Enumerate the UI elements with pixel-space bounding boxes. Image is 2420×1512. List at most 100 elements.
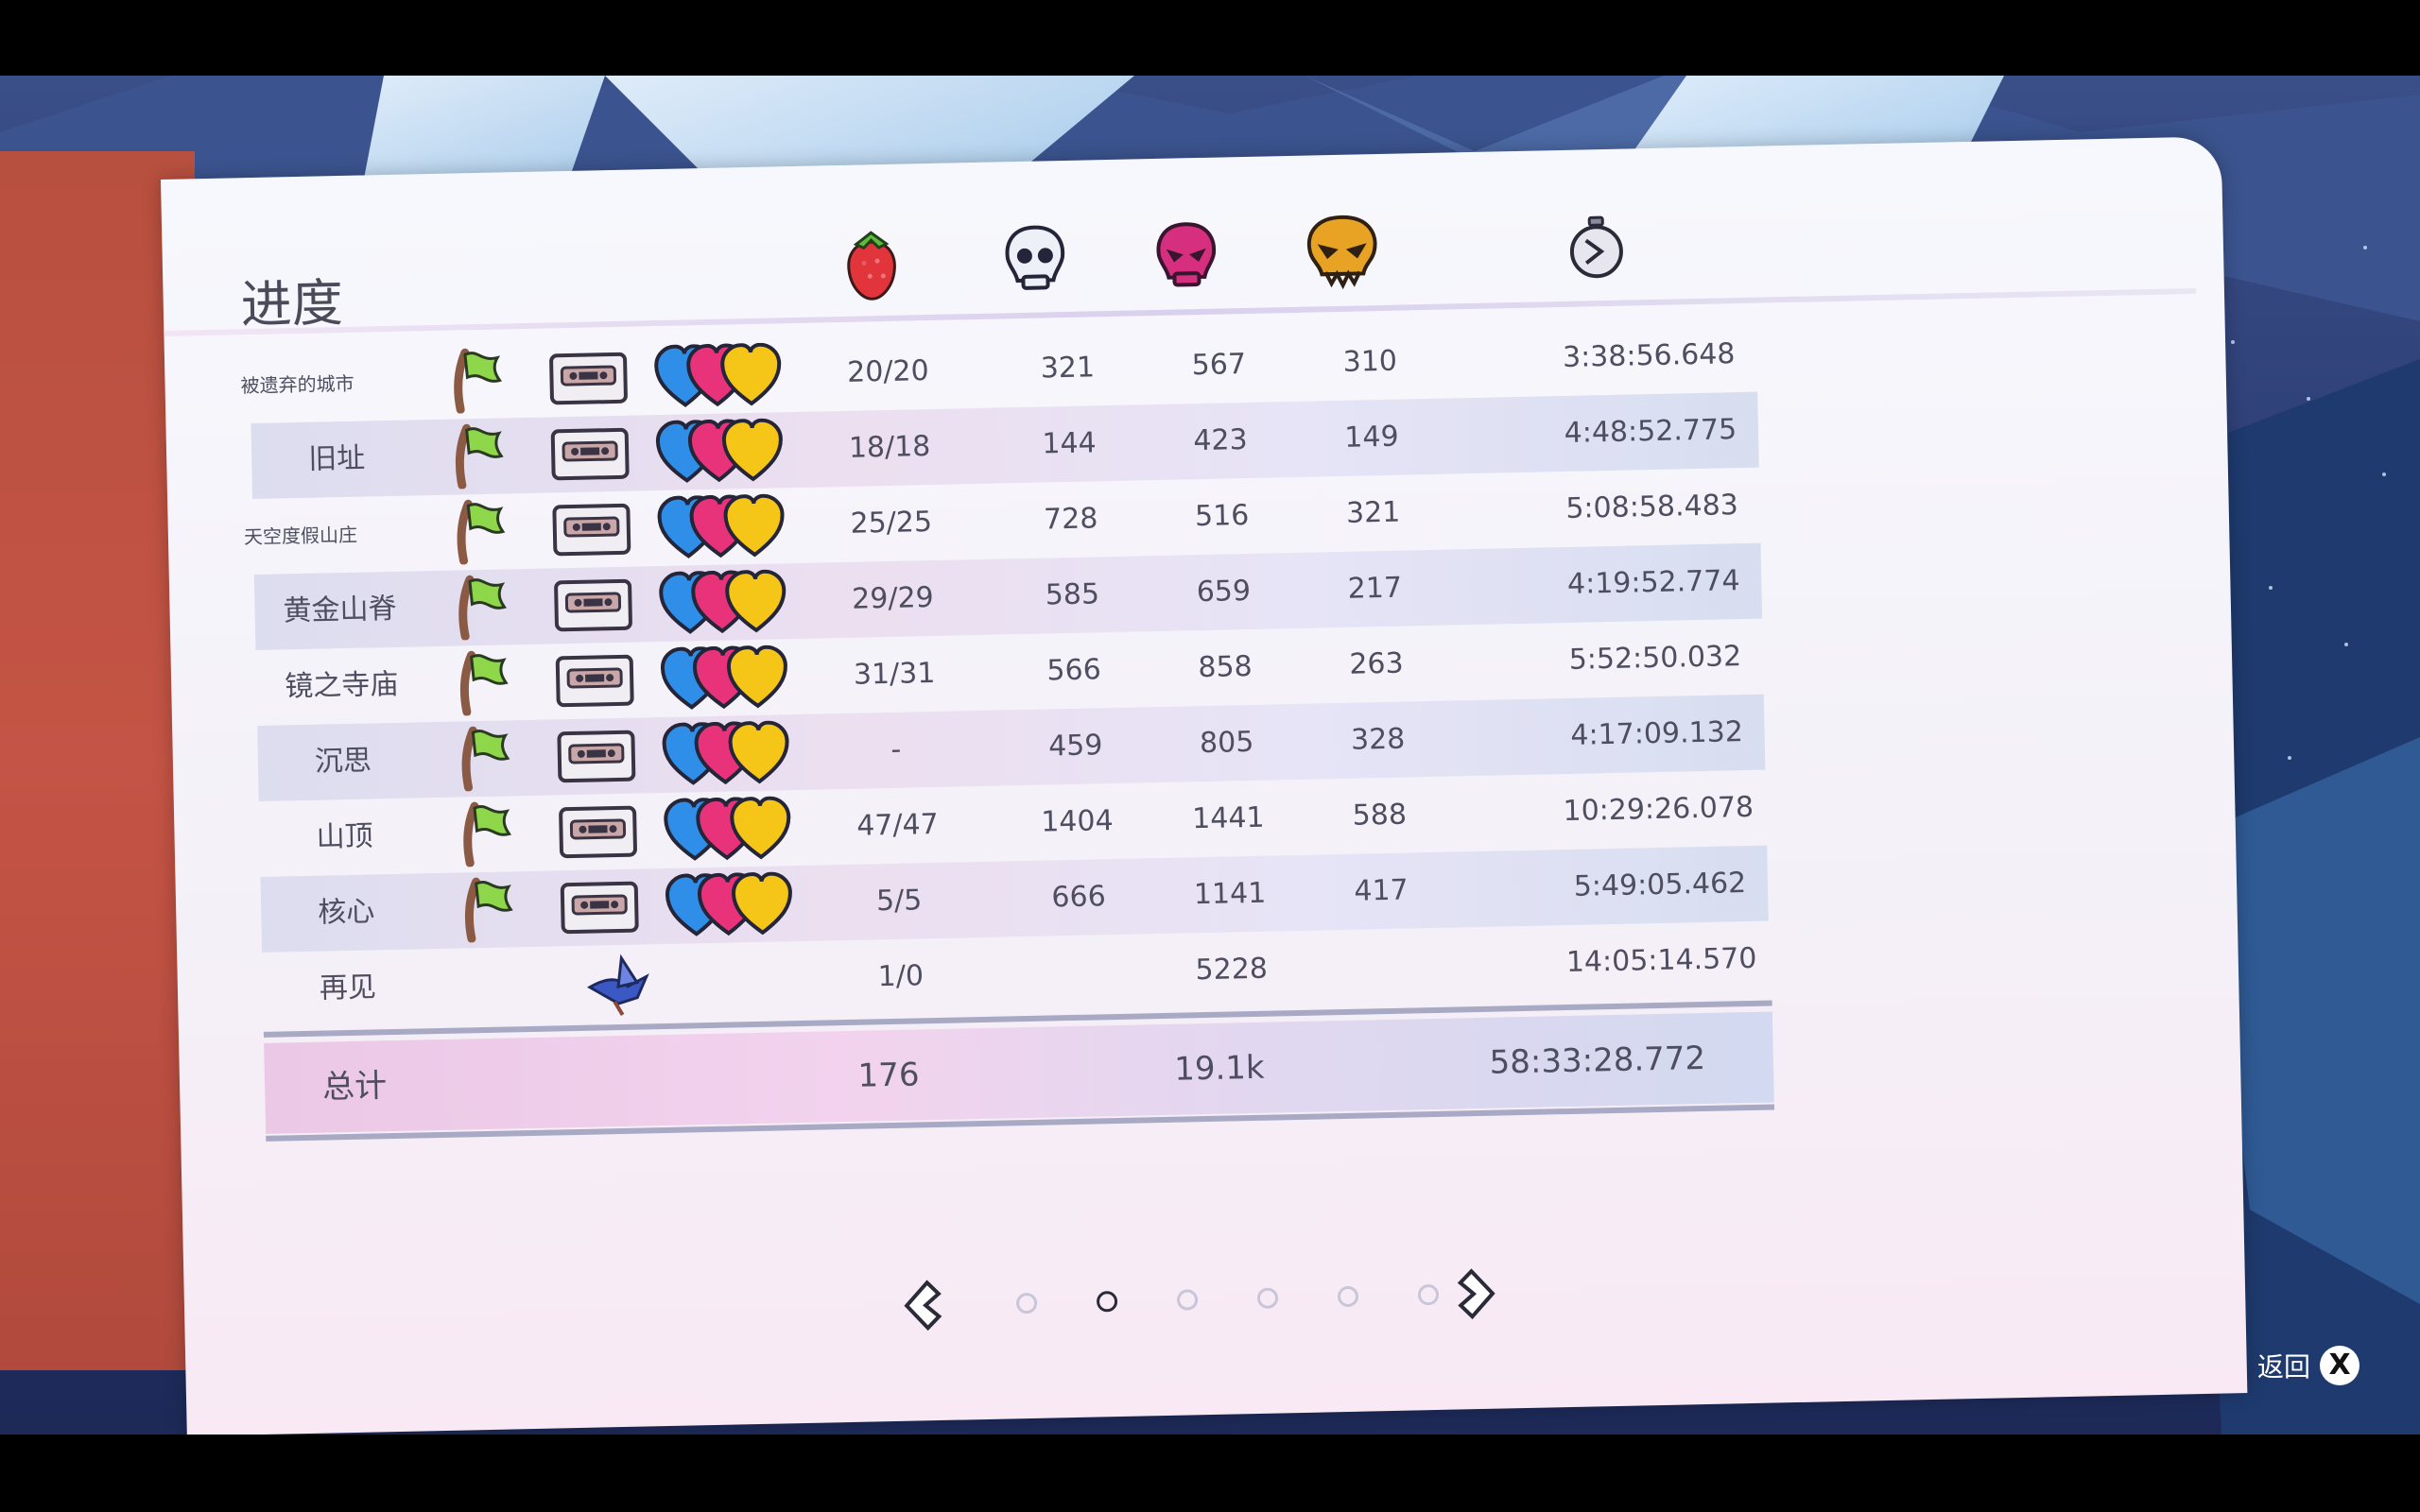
death-count: 585: [1045, 577, 1100, 612]
checkpoint-flag-icon: [451, 573, 510, 644]
c-side-death-count: 417: [1354, 873, 1409, 908]
strawberry-count: 1/0: [877, 959, 925, 994]
letterbox-bottom: [0, 1435, 2420, 1512]
page-dot[interactable]: [1096, 1291, 1118, 1313]
chapter-name: 沉思: [314, 744, 372, 779]
death-count: 144: [1042, 426, 1098, 461]
strawberry-icon: [847, 231, 896, 301]
back-label: 返回: [2257, 1351, 2311, 1383]
strawberry-count: -: [890, 732, 902, 766]
strawberry-count: 20/20: [846, 354, 930, 389]
b-side-death-count: 423: [1193, 422, 1249, 458]
crystal-hearts-icon: [655, 493, 789, 566]
chapter-name: 旧址: [307, 441, 366, 476]
checkpoint-flag-icon: [452, 648, 510, 719]
chapter-name: 黄金山脊: [283, 592, 397, 628]
crystal-hearts-icon: [652, 342, 786, 415]
chapter-name: 山顶: [316, 819, 373, 854]
cassette-tape-icon: [558, 805, 638, 864]
chapter-time: 14:05:14.570: [1565, 941, 1757, 980]
checkpoint-flag-icon: [449, 497, 508, 568]
skull-gold-icon: [1306, 215, 1377, 290]
strawberry-count: 31/31: [853, 656, 936, 692]
back-button[interactable]: 返回 X: [2257, 1344, 2360, 1387]
strawberry-count: 29/29: [851, 580, 935, 616]
crystal-hearts-icon: [658, 644, 792, 717]
chapter-time: 4:19:52.774: [1566, 564, 1740, 601]
cassette-tape-icon: [553, 578, 633, 637]
strawberry-count: 47/47: [856, 807, 940, 843]
chapter-name: 被遗弃的城市: [240, 371, 354, 398]
checkpoint-flag-icon: [456, 799, 514, 870]
checkpoint-flag-icon: [446, 346, 505, 417]
b-side-death-count: 1441: [1191, 800, 1265, 836]
progress-journal-page: 进度 被遗弃的城市 20/20 321 567 310 3:38:56.648 旧址 18/1…: [161, 136, 2248, 1436]
chapter-time: 5:52:50.032: [1568, 640, 1742, 677]
b-side-death-count: 659: [1196, 574, 1252, 610]
x-button-icon: X: [2320, 1346, 2360, 1385]
cassette-tape-icon: [560, 881, 640, 939]
chapter-time: 5:08:58.483: [1565, 489, 1739, 525]
strawberry-count: 25/25: [850, 505, 933, 541]
b-side-death-count: 805: [1199, 725, 1254, 761]
c-side-death-count: 588: [1352, 798, 1408, 833]
page-title: 进度: [240, 272, 344, 335]
bird-icon: [579, 948, 657, 1023]
death-count: 321: [1040, 351, 1096, 386]
c-side-death-count: 263: [1349, 646, 1405, 681]
cassette-tape-icon: [555, 654, 635, 713]
checkpoint-flag-icon: [458, 875, 516, 946]
total-label: 总计: [321, 1067, 388, 1107]
b-side-death-count: 1141: [1193, 876, 1267, 912]
previous-page-arrow-icon[interactable]: [899, 1279, 947, 1332]
cassette-tape-icon: [556, 730, 636, 788]
page-dot[interactable]: [1337, 1285, 1359, 1308]
crystal-hearts-icon: [653, 418, 787, 490]
c-side-death-count: [1321, 928, 1445, 1006]
death-count: 566: [1046, 653, 1102, 688]
crystal-hearts-icon: [660, 720, 794, 793]
crystal-hearts-icon: [657, 569, 791, 642]
chapter-time: 5:49:05.462: [1573, 867, 1747, 903]
checkpoint-flag-icon: [454, 724, 512, 795]
death-count: 1404: [1040, 804, 1114, 839]
death-count: 459: [1047, 729, 1103, 764]
b-side-death-count: 858: [1198, 649, 1253, 685]
c-side-death-count: 310: [1342, 344, 1398, 379]
total-deaths: 19.1k: [1173, 1048, 1266, 1089]
death-count: 666: [1051, 880, 1107, 915]
chapter-time: 3:38:56.648: [1562, 337, 1736, 374]
next-page-arrow-icon[interactable]: [1452, 1267, 1500, 1321]
b-side-death-count: 567: [1191, 348, 1247, 383]
chapter-name: 镜之寺庙: [284, 667, 399, 704]
page-dot[interactable]: [1015, 1292, 1038, 1314]
cassette-tape-icon: [551, 503, 631, 561]
letterbox-top: [0, 0, 2420, 76]
c-side-death-count: 149: [1343, 420, 1399, 455]
crystal-hearts-icon: [662, 796, 796, 868]
strawberry-count: 5/5: [875, 884, 923, 919]
page-dot[interactable]: [1176, 1289, 1199, 1311]
chapter-name: 核心: [317, 895, 375, 930]
chapter-time: 4:48:52.775: [1564, 413, 1737, 450]
c-side-death-count: 321: [1345, 495, 1401, 530]
crystal-hearts-icon: [664, 871, 798, 944]
cassette-tape-icon: [550, 427, 631, 486]
strawberry-count: 18/18: [848, 430, 931, 465]
stopwatch-icon: [1569, 215, 1623, 279]
chapter-time: 10:29:26.078: [1563, 790, 1754, 829]
total-strawberries: 176: [857, 1056, 920, 1095]
b-side-death-count: 5228: [1195, 952, 1269, 988]
b-side-death-count: 516: [1194, 498, 1250, 534]
chapter-time: 4:17:09.132: [1570, 715, 1744, 752]
chapter-name: 再见: [319, 971, 377, 1005]
c-side-death-count: 328: [1350, 722, 1406, 757]
page-dot[interactable]: [1256, 1287, 1279, 1309]
total-time: 58:33:28.772: [1489, 1039, 1706, 1082]
chapter-name: 天空度假山庄: [243, 523, 358, 549]
skull-pink-icon: [1156, 222, 1217, 287]
checkpoint-flag-icon: [447, 421, 506, 492]
skull-white-icon: [1005, 225, 1065, 290]
death-count: [1018, 934, 1143, 1012]
page-dot[interactable]: [1417, 1283, 1440, 1306]
